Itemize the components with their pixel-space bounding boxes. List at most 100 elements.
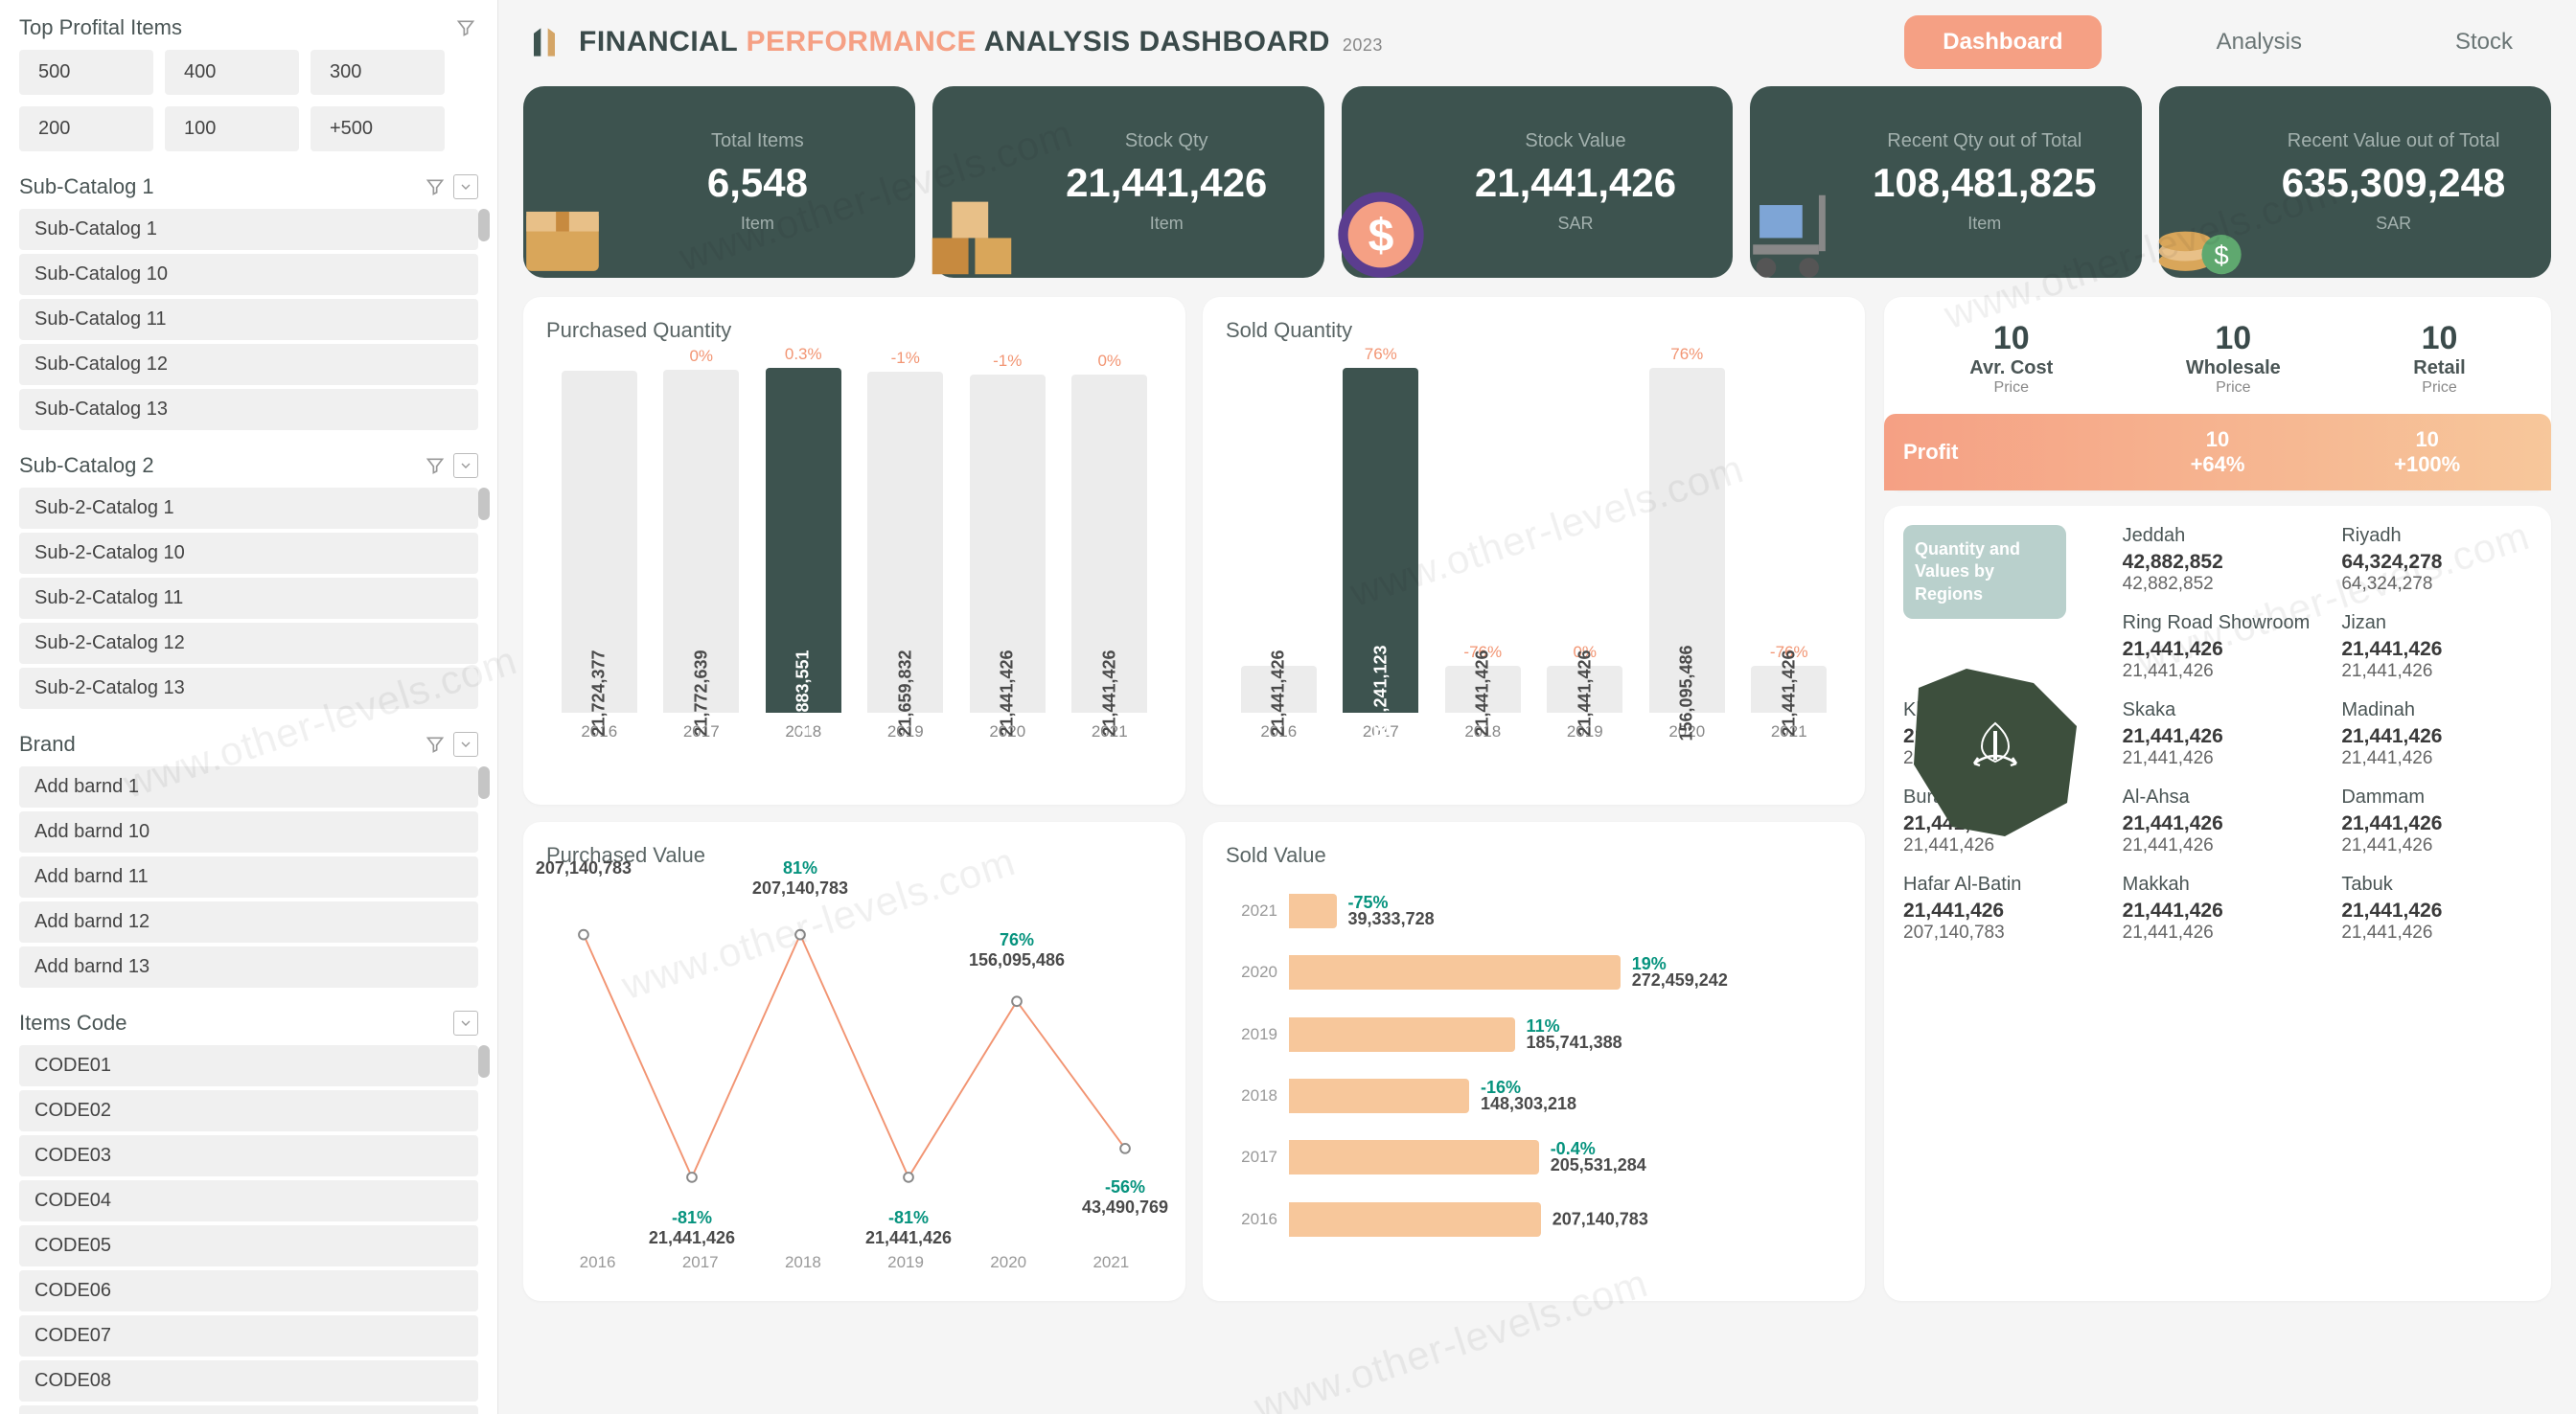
region-value-1: 21,441,426 [2341, 900, 2532, 923]
region-value-2: 21,441,426 [2341, 661, 2532, 682]
funnel-icon[interactable] [423, 174, 448, 199]
hbar-label: -75%39,333,728 [1348, 893, 1435, 929]
nav-stock[interactable]: Stock [2417, 15, 2551, 69]
list-item[interactable]: Add barnd 10 [19, 811, 478, 853]
funnel-icon[interactable] [453, 15, 478, 40]
list-item[interactable]: CODE06 [19, 1270, 478, 1311]
kpi-label: Total Items [711, 130, 804, 152]
list-item[interactable]: Add barnd 11 [19, 856, 478, 898]
filter-pill[interactable]: +500 [310, 106, 445, 151]
filter-pill[interactable]: 500 [19, 50, 153, 95]
funnel-icon[interactable] [423, 453, 448, 478]
region-value-1: 21,441,426 [2123, 638, 2313, 661]
nav-analysis[interactable]: Analysis [2178, 15, 2340, 69]
list-item[interactable]: Sub-2-Catalog 12 [19, 623, 478, 664]
hbar-year: 2019 [1226, 1025, 1277, 1044]
list-item[interactable]: CODE09 [19, 1405, 478, 1414]
chevron-down-icon[interactable] [453, 174, 478, 199]
list-item[interactable]: Sub-Catalog 12 [19, 344, 478, 385]
scrollbar-thumb[interactable] [478, 1045, 490, 1078]
funnel-icon[interactable] [423, 732, 448, 757]
region-name: Dammam [2341, 787, 2532, 809]
region-value-2: 21,441,426 [2123, 923, 2313, 944]
region-cell: Madinah 21,441,426 21,441,426 [2341, 699, 2532, 769]
list-item[interactable]: Add barnd 12 [19, 901, 478, 943]
region-name: Jeddah [2123, 525, 2313, 547]
filter-subcat1: Sub-Catalog 1 Sub-Catalog 1Sub-Catalog 1… [19, 174, 478, 430]
main: FINANCIAL PERFORMANCE ANALYSIS DASHBOARD… [498, 0, 2576, 1414]
purchased-value-chart: Purchased Value 207,140,783-81%21,441,42… [523, 822, 1185, 1301]
filter-pill[interactable]: 300 [310, 50, 445, 95]
line-point-label: -81%21,441,426 [649, 1208, 735, 1248]
list-item[interactable]: Sub-Catalog 1 [19, 209, 478, 250]
saudi-map-icon [1899, 659, 2091, 841]
list-item[interactable]: CODE08 [19, 1360, 478, 1402]
nav-dashboard[interactable]: Dashboard [1904, 15, 2101, 69]
chevron-down-icon[interactable] [453, 453, 478, 478]
bar-pct: 0% [1097, 352, 1121, 371]
scrollbar-thumb[interactable] [478, 209, 490, 241]
hbar-label: 19%272,459,242 [1632, 954, 1728, 991]
list-item[interactable]: Sub-Catalog 13 [19, 389, 478, 430]
list-item[interactable]: Sub-2-Catalog 13 [19, 668, 478, 709]
filter-pill[interactable]: 400 [165, 50, 299, 95]
list-item[interactable]: CODE03 [19, 1135, 478, 1176]
region-name: Al-Ahsa [2123, 787, 2313, 809]
list-item[interactable]: CODE05 [19, 1225, 478, 1266]
line-svg [546, 883, 1162, 1247]
sold-qty-chart: Sold Quantity 21,441,426 201676% 156,241… [1203, 297, 1865, 805]
scrollbar-thumb[interactable] [478, 766, 490, 799]
bar: 21,441,426 [1445, 666, 1521, 713]
sold-value-chart: Sold Value 2021 -75%39,333,728 2020 19%2… [1203, 822, 1865, 1301]
kpi-unit: SAR [2376, 214, 2411, 234]
price-sublabel: Price [2186, 379, 2281, 397]
list-item[interactable]: Sub-2-Catalog 11 [19, 578, 478, 619]
list-item[interactable]: Add barnd 13 [19, 946, 478, 988]
kpi-unit: Item [1967, 214, 2001, 234]
bar-column: 0% 21,441,426 2021 [1063, 352, 1158, 741]
list-item[interactable]: Add barnd 1 [19, 766, 478, 808]
price-sublabel: Price [1969, 379, 2053, 397]
scrollbar-thumb[interactable] [478, 488, 490, 520]
kpi-value: 6,548 [707, 160, 808, 206]
hbar-track: -0.4%205,531,284 [1289, 1136, 1842, 1178]
chevron-down-icon[interactable] [453, 732, 478, 757]
region-cell: Al-Ahsa 21,441,426 21,441,426 [2123, 787, 2313, 856]
bar-value: 21,441,426 [1473, 650, 1493, 736]
x-tick: 2018 [785, 1253, 821, 1272]
region-value-1: 64,324,278 [2341, 551, 2532, 574]
list-item[interactable]: Sub-2-Catalog 1 [19, 488, 478, 529]
hbar-row: 2021 -75%39,333,728 [1226, 890, 1842, 932]
chevron-down-icon[interactable] [453, 1011, 478, 1036]
filter-codes: Items Code CODE01CODE02CODE03CODE04CODE0… [19, 1011, 478, 1414]
hbar-fill [1289, 1079, 1469, 1113]
list-item[interactable]: CODE07 [19, 1315, 478, 1357]
region-value-1: 21,441,426 [2341, 638, 2532, 661]
kpi-label: Stock Value [1525, 130, 1625, 152]
hbar-label: -0.4%205,531,284 [1551, 1139, 1646, 1175]
list-item[interactable]: Sub-Catalog 10 [19, 254, 478, 295]
bar-column: 0% 21,441,426 2019 [1538, 643, 1633, 741]
list-item[interactable]: Sub-2-Catalog 10 [19, 533, 478, 574]
list-item[interactable]: CODE02 [19, 1090, 478, 1131]
kpi-card: Stock Qty 21,441,426 Item [932, 86, 1324, 278]
chart-title: Sold Quantity [1226, 318, 1842, 343]
filter-pill[interactable]: 200 [19, 106, 153, 151]
bar-value: 21,441,426 [1575, 650, 1595, 736]
boxes-icon [919, 182, 1024, 287]
kpi-unit: Item [741, 214, 774, 234]
price-label: Retail [2413, 357, 2465, 379]
list-item[interactable]: Sub-Catalog 11 [19, 299, 478, 340]
region-cell: Makkah 21,441,426 21,441,426 [2123, 874, 2313, 944]
hbar-track: 19%272,459,242 [1289, 951, 1842, 993]
list-item[interactable]: CODE01 [19, 1045, 478, 1086]
filter-title: Brand [19, 732, 76, 757]
svg-text:$: $ [1368, 210, 1393, 262]
line-point-label: 81%207,140,783 [752, 858, 848, 899]
chart-title: Purchased Quantity [546, 318, 1162, 343]
page-title: FINANCIAL PERFORMANCE ANALYSIS DASHBOARD… [579, 26, 1383, 58]
list-item[interactable]: CODE04 [19, 1180, 478, 1221]
kpi-unit: SAR [1557, 214, 1593, 234]
region-name: Skaka [2123, 699, 2313, 721]
filter-pill[interactable]: 100 [165, 106, 299, 151]
